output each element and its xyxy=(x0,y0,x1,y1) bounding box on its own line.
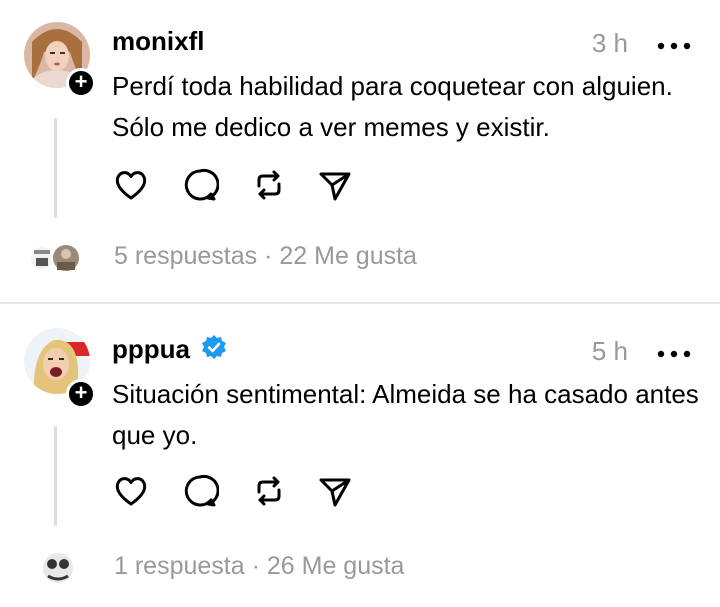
repost-icon[interactable] xyxy=(250,166,288,204)
thread-post: + pppua 5 h Situación sentimental: Almei… xyxy=(0,304,720,607)
thread-line xyxy=(54,426,57,526)
replies-count[interactable]: 5 respuestas xyxy=(114,242,257,270)
follow-button[interactable]: + xyxy=(66,68,96,98)
send-icon[interactable] xyxy=(316,472,354,510)
likes-count[interactable]: 22 Me gusta xyxy=(279,242,417,270)
timestamp: 5 h xyxy=(591,336,628,366)
send-icon[interactable] xyxy=(316,166,354,204)
more-horizontal-icon[interactable] xyxy=(656,38,692,50)
thread-post: + monixfl 3 h Perdí toda habilidad para … xyxy=(0,0,720,302)
stats-separator: · xyxy=(264,242,273,270)
replies-count[interactable]: 1 respuesta xyxy=(114,552,245,580)
repost-icon[interactable] xyxy=(250,472,288,510)
post-text: Situación sentimental: Almeida se ha cas… xyxy=(112,379,699,450)
timestamp: 3 h xyxy=(591,28,628,58)
stats-separator: · xyxy=(251,552,260,580)
reply-avatars[interactable] xyxy=(28,548,82,588)
plus-icon: + xyxy=(74,380,88,405)
plus-icon: + xyxy=(74,69,88,94)
thread-line xyxy=(54,118,57,218)
follow-button[interactable]: + xyxy=(66,379,96,409)
username[interactable]: monixfl xyxy=(112,26,204,57)
username[interactable]: pppua xyxy=(112,334,190,365)
post-stats: 5 respuestas · 22 Me gusta xyxy=(114,242,417,271)
comment-icon[interactable] xyxy=(181,166,220,204)
post-stats: 1 respuesta · 26 Me gusta xyxy=(114,552,404,581)
verified-badge-icon xyxy=(200,334,228,362)
heart-icon[interactable] xyxy=(112,472,150,510)
more-horizontal-icon[interactable] xyxy=(656,346,692,358)
post-text: Perdí toda habilidad para coquetear con … xyxy=(112,71,673,142)
likes-count[interactable]: 26 Me gusta xyxy=(267,552,405,580)
reply-avatars[interactable] xyxy=(28,238,82,278)
comment-icon[interactable] xyxy=(181,472,220,510)
heart-icon[interactable] xyxy=(112,166,150,204)
